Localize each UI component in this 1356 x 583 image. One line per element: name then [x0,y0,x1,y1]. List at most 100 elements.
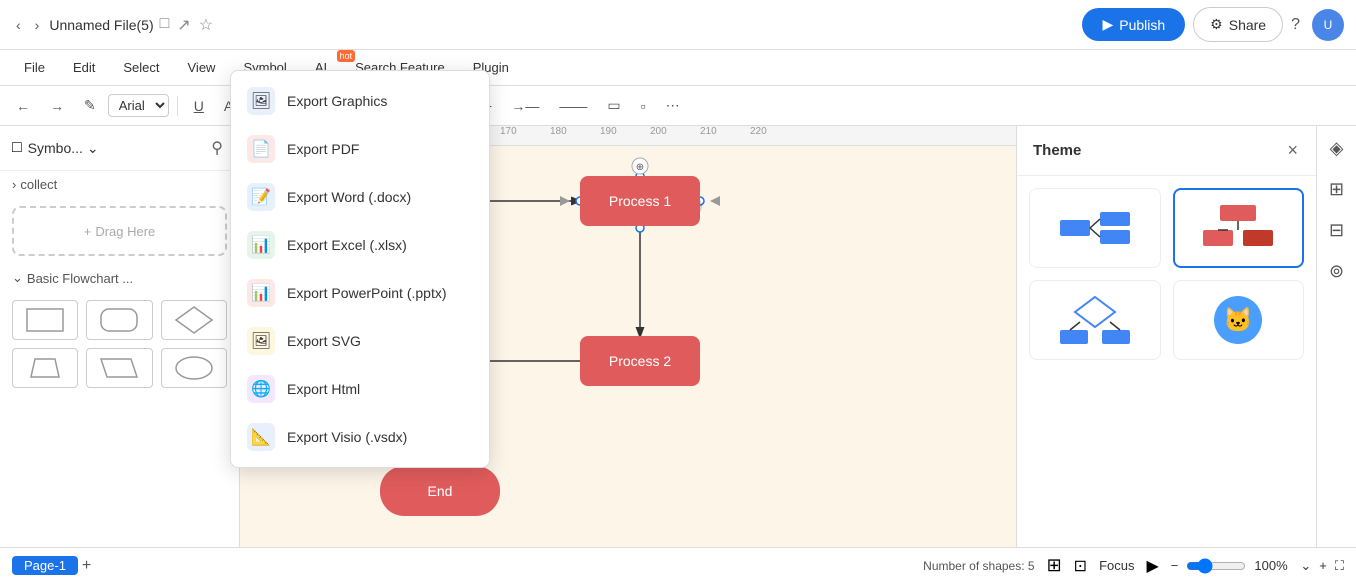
fullscreen-icon[interactable]: ⛶ [1335,558,1344,574]
export-html-item[interactable]: 🌐 Export Html [231,365,489,413]
settings-icon[interactable]: ⊚ [1325,257,1348,286]
zoom-dropdown-icon[interactable]: ⌄ [1300,558,1311,574]
export-powerpoint-item[interactable]: 📊 Export PowerPoint (.pptx) [231,269,489,317]
layer-button[interactable]: ▭ [599,93,628,118]
shape-rounded[interactable] [86,300,152,340]
zoom-slider[interactable] [1186,558,1246,574]
arrow-button[interactable]: →― [503,94,547,118]
focus-label[interactable]: Focus [1099,558,1134,573]
theme-card-3[interactable] [1029,280,1161,360]
symbol-icon: □ [12,139,22,157]
top-bar: ‹ › Unnamed File(5) □ ↗ ☆ ▶ Publish ⚙ Sh… [0,0,1356,50]
theme-icon[interactable]: ◈ [1326,134,1348,163]
theme-card-4[interactable]: 🐱 [1173,280,1305,360]
image-icon[interactable]: ⊞ [1325,175,1348,204]
sidebar: □ Symbo... ⌄ ⚲ › collect + Drag Here ⌄ B… [0,126,240,547]
shape-rect[interactable] [12,300,78,340]
page-layout-icon[interactable]: ⊞ [1047,555,1062,576]
save-icon[interactable]: □ [160,15,170,35]
export-word-icon: 📝 [247,183,275,211]
zoom-level: 100% [1254,558,1292,573]
format-paint-button[interactable]: ✎ [76,93,104,118]
export-dropdown: 🖼 Export Graphics 📄 Export PDF 📝 Export … [230,70,490,468]
dash-button[interactable]: ―― [551,94,595,118]
underline-button[interactable]: U [186,94,212,118]
help-icon[interactable]: ? [1291,16,1300,34]
export-pdf-item[interactable]: 📄 Export PDF [231,125,489,173]
menu-view[interactable]: View [176,56,228,79]
add-page-button[interactable]: + [82,557,91,575]
shape-diamond[interactable] [161,300,227,340]
svg-text:⊕: ⊕ [636,162,644,173]
main-layout: □ Symbo... ⌄ ⚲ › collect + Drag Here ⌄ B… [0,126,1356,547]
export-powerpoint-icon: 📊 [247,279,275,307]
process2-shape[interactable]: Process 2 [580,336,700,386]
right-icons-sidebar: ◈ ⊞ ⊟ ⊚ [1316,126,1356,547]
theme-card-2[interactable] [1173,188,1305,268]
shape-count: Number of shapes: 5 [923,559,1034,573]
process2-label: Process 2 [609,353,671,369]
search-icon[interactable]: ⚲ [207,134,227,162]
shape-oval[interactable] [161,348,227,388]
title-icons: □ ↗ ☆ [160,15,213,35]
toolbar: ← → ✎ Arial U A T ☰ ¶ T △ ⎯ ∟ ⎯⎯ →― ―― ▭… [0,86,1356,126]
drag-here-box[interactable]: + Drag Here [12,206,227,256]
theme-card-1[interactable] [1029,188,1161,268]
redo-button[interactable]: → [42,94,72,118]
publish-button[interactable]: ▶ Publish [1082,8,1185,41]
shape-trapezoid[interactable] [12,348,78,388]
file-title: Unnamed File(5) [49,17,153,33]
export-excel-item[interactable]: 📊 Export Excel (.xlsx) [231,221,489,269]
end-shape[interactable]: End [380,466,500,516]
chevron-down-icon-2: ⌄ [12,270,23,286]
theme-close-button[interactable]: × [1285,138,1300,163]
star-icon[interactable]: ☆ [199,15,213,35]
bottom-bar: Page-1 + Number of shapes: 5 ⊞ ⊡ Focus ▶… [0,547,1356,583]
collect-section[interactable]: › collect [0,171,239,198]
shape-grid [0,292,239,396]
font-selector[interactable]: Arial [108,94,169,117]
plus-icon: + [84,224,92,239]
export-pdf-icon: 📄 [247,135,275,163]
share-icon[interactable]: ↗ [177,15,190,35]
share-button[interactable]: ⚙ Share [1193,7,1283,42]
export-html-icon: 🌐 [247,375,275,403]
chevron-right-icon: › [12,177,16,192]
focus-icon[interactable]: ⊡ [1074,556,1087,576]
forward-arrow[interactable]: › [31,13,44,37]
avatar[interactable]: U [1312,9,1344,41]
zoom-out-button[interactable]: − [1171,558,1179,573]
export-graphics-item[interactable]: 🖼 Export Graphics [231,77,489,125]
page-tab[interactable]: Page-1 [12,556,78,575]
export-word-item[interactable]: 📝 Export Word (.docx) [231,173,489,221]
title-section: ‹ › Unnamed File(5) □ ↗ ☆ [12,13,1074,37]
export-excel-icon: 📊 [247,231,275,259]
process1-label: Process 1 [609,193,671,209]
sidebar-header: □ Symbo... ⌄ ⚲ [0,126,239,171]
play-icon[interactable]: ▶ [1146,556,1158,576]
export-svg-item[interactable]: 🖼 Export SVG [231,317,489,365]
menu-edit[interactable]: Edit [61,56,107,79]
share-nodes-icon: ⚙ [1210,16,1223,33]
theme-header: Theme × [1017,126,1316,176]
chevron-down-icon[interactable]: ⌄ [87,140,99,157]
back-arrow[interactable]: ‹ [12,13,25,37]
menu-bar: File Edit Select View Symbol AI hot Sear… [0,50,1356,86]
export-graphics-icon: 🖼 [247,87,275,115]
undo-button[interactable]: ← [8,94,38,118]
zoom-in-button[interactable]: + [1319,558,1327,573]
theme-panel: Theme × [1016,126,1316,547]
separator-1 [177,96,178,116]
basic-flowchart-section[interactable]: ⌄ Basic Flowchart ... [0,264,239,292]
export-visio-item[interactable]: 📐 Export Visio (.vsdx) [231,413,489,461]
export-visio-icon: 📐 [247,423,275,451]
export-svg-icon: 🖼 [247,327,275,355]
menu-select[interactable]: Select [111,56,171,79]
menu-file[interactable]: File [12,56,57,79]
group-button[interactable]: ▫ [633,94,654,118]
shape-parallelogram[interactable] [86,348,152,388]
more-button[interactable]: ⋯ [658,93,688,118]
sidebar-title: Symbo... ⌄ [28,140,202,157]
process1-shape[interactable]: Process 1 [580,176,700,226]
grid-icon[interactable]: ⊟ [1325,216,1348,245]
